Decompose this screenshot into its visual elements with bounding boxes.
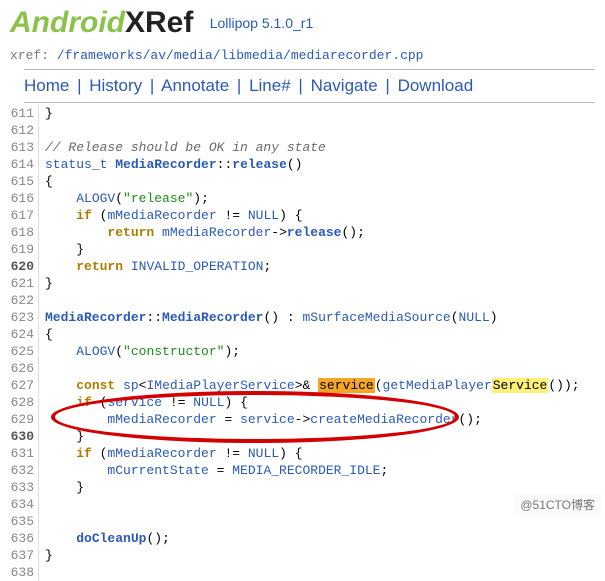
nav-bar: Home | History | Annotate | Line# | Navi… <box>24 69 595 103</box>
line-number[interactable]: 614 <box>0 156 34 173</box>
line-number[interactable]: 629 <box>0 411 34 428</box>
nav-sep: | <box>295 76 305 95</box>
nav-linenum[interactable]: Line# <box>249 76 291 95</box>
line-number[interactable]: 611 <box>0 105 34 122</box>
line-number[interactable]: 621 <box>0 275 34 292</box>
highlight-service: service <box>318 378 375 393</box>
line-number[interactable]: 625 <box>0 343 34 360</box>
nav-sep: | <box>382 76 392 95</box>
line-number[interactable]: 622 <box>0 292 34 309</box>
logo-android: Android <box>10 6 125 39</box>
line-number[interactable]: 636 <box>0 530 34 547</box>
nav-history[interactable]: History <box>89 76 142 95</box>
line-number[interactable]: 627 <box>0 377 34 394</box>
line-number[interactable]: 619 <box>0 241 34 258</box>
nav-sep: | <box>234 76 244 95</box>
line-number[interactable]: 630 <box>0 428 34 445</box>
nav-home[interactable]: Home <box>24 76 69 95</box>
logo: AndroidXRef <box>10 6 202 39</box>
line-number[interactable]: 620 <box>0 258 34 275</box>
line-number[interactable]: 632 <box>0 462 34 479</box>
line-number[interactable]: 638 <box>0 564 34 581</box>
nav-download[interactable]: Download <box>398 76 474 95</box>
nav-sep: | <box>147 76 157 95</box>
line-number[interactable]: 634 <box>0 496 34 513</box>
line-number[interactable]: 635 <box>0 513 34 530</box>
highlight-service2: Service <box>492 378 549 393</box>
line-number[interactable]: 631 <box>0 445 34 462</box>
line-number[interactable]: 615 <box>0 173 34 190</box>
header: AndroidXRef Lollipop 5.1.0_r1 <box>0 0 605 42</box>
line-number-gutter[interactable]: 6116126136146156166176186196206216226236… <box>0 105 39 581</box>
xref-label: xref: <box>10 48 57 63</box>
line-number[interactable]: 626 <box>0 360 34 377</box>
line-number[interactable]: 612 <box>0 122 34 139</box>
logo-xref: XRef <box>125 6 193 39</box>
nav-sep: | <box>74 76 84 95</box>
line-number[interactable]: 616 <box>0 190 34 207</box>
line-number[interactable]: 617 <box>0 207 34 224</box>
line-number[interactable]: 623 <box>0 309 34 326</box>
nav-annotate[interactable]: Annotate <box>161 76 229 95</box>
line-number[interactable]: 637 <box>0 547 34 564</box>
line-number[interactable]: 618 <box>0 224 34 241</box>
line-number[interactable]: 633 <box>0 479 34 496</box>
line-number[interactable]: 628 <box>0 394 34 411</box>
nav-navigate[interactable]: Navigate <box>311 76 378 95</box>
line-number[interactable]: 613 <box>0 139 34 156</box>
watermark: @51CTO博客 <box>514 494 601 515</box>
xref-path[interactable]: /frameworks/av/media/libmedia/mediarecor… <box>57 48 424 63</box>
comment: // Release should be OK in any state <box>45 140 326 155</box>
line-number[interactable]: 624 <box>0 326 34 343</box>
version-label: Lollipop 5.1.0_r1 <box>210 15 314 31</box>
xref-path-line: xref: /frameworks/av/media/libmedia/medi… <box>0 42 605 67</box>
